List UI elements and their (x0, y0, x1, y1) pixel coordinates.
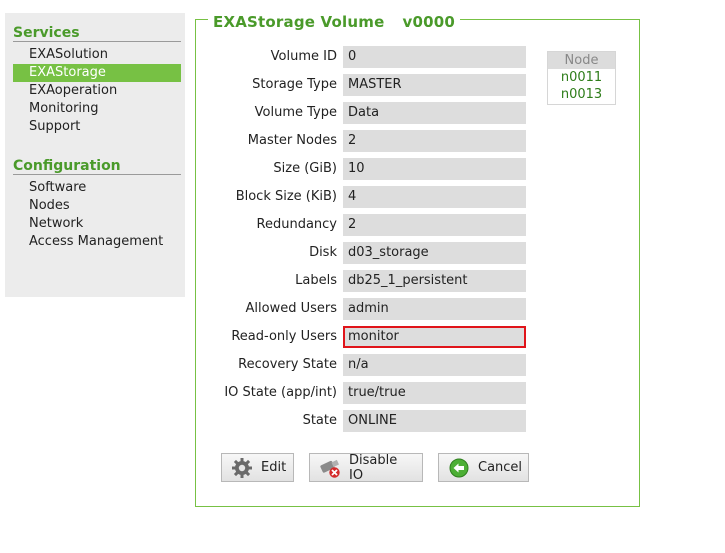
field-value-disk: d03_storage (343, 242, 526, 264)
volume-version: v0000 (402, 13, 456, 31)
edit-button[interactable]: Edit (221, 453, 294, 482)
field-label: IO State (app/int) (224, 385, 337, 400)
field-value-master-nodes: 2 (343, 130, 526, 152)
gear-icon (231, 457, 253, 479)
field-label: Block Size (KiB) (235, 189, 337, 204)
field-label: Read-only Users (231, 329, 337, 344)
field-label: Volume ID (270, 49, 337, 64)
field-value-state: ONLINE (343, 410, 526, 432)
field-label: Volume Type (254, 105, 337, 120)
field-label: Disk (309, 245, 337, 260)
disable-io-button-label: Disable IO (349, 452, 398, 483)
node-link-n0011[interactable]: n0011 (548, 69, 615, 86)
services-heading: Services (13, 25, 80, 41)
sidebar-item-exasolution[interactable]: EXASolution (13, 46, 181, 64)
cancel-button[interactable]: Cancel (438, 453, 529, 482)
field-value-size: 10 (343, 158, 526, 180)
field-value-read-only-users: monitor (343, 326, 526, 348)
field-value-labels: db25_1_persistent (343, 270, 526, 292)
back-arrow-icon (448, 457, 470, 479)
field-value-block-size: 4 (343, 186, 526, 208)
field-value-io-state: true/true (343, 382, 526, 404)
sidebar-item-access-management[interactable]: Access Management (13, 233, 181, 251)
edit-button-label: Edit (261, 460, 287, 475)
field-value-volume-type: Data (343, 102, 526, 124)
configuration-heading: Configuration (13, 158, 121, 174)
sidebar-item-nodes[interactable]: Nodes (13, 197, 181, 215)
sidebar-item-exaoperation[interactable]: EXAoperation (13, 82, 181, 100)
node-link-n0013[interactable]: n0013 (548, 86, 615, 103)
sidebar-item-software[interactable]: Software (13, 179, 181, 197)
field-value-storage-type: MASTER (343, 74, 526, 96)
services-divider (13, 41, 181, 42)
field-value-recovery-state: n/a (343, 354, 526, 376)
field-label: Redundancy (256, 217, 337, 232)
field-label: State (302, 413, 337, 428)
field-label: Master Nodes (247, 133, 337, 148)
sidebar-item-network[interactable]: Network (13, 215, 181, 233)
field-label: Labels (295, 273, 337, 288)
sidebar-item-monitoring[interactable]: Monitoring (13, 100, 181, 118)
field-label: Recovery State (238, 357, 337, 372)
cancel-button-label: Cancel (478, 460, 523, 475)
field-value-allowed-users: admin (343, 298, 526, 320)
sidebar-item-support[interactable]: Support (13, 118, 181, 136)
panel-title: EXAStorage Volume v0000 (208, 13, 461, 31)
field-label: Storage Type (252, 77, 337, 92)
field-label: Size (GiB) (273, 161, 337, 176)
field-value-redundancy: 2 (343, 214, 526, 236)
sidebar-item-exastorage[interactable]: EXAStorage (13, 64, 181, 82)
panel-title-text: EXAStorage Volume (213, 13, 385, 31)
usb-disable-icon (319, 457, 341, 479)
node-table-header: Node (548, 52, 615, 69)
node-table: Node n0011 n0013 (547, 51, 616, 105)
configuration-divider (13, 174, 181, 175)
sidebar: Services EXASolution EXAStorage EXAopera… (5, 13, 185, 297)
disable-io-button[interactable]: Disable IO (309, 452, 423, 483)
field-label: Allowed Users (245, 301, 338, 316)
field-value-volume-id: 0 (343, 46, 526, 68)
